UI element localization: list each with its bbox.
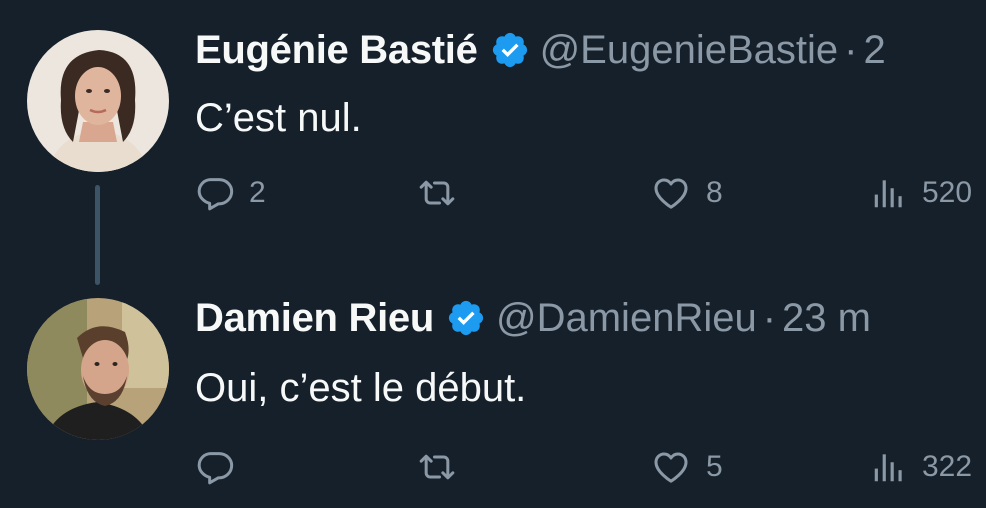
- like-count: 5: [706, 450, 723, 483]
- reply-button[interactable]: [195, 442, 249, 492]
- views-button[interactable]: 520: [870, 168, 972, 218]
- views-button[interactable]: 322: [870, 442, 972, 492]
- tweet-actions: 2 8 520: [195, 168, 986, 218]
- like-button[interactable]: 5: [650, 442, 723, 492]
- like-icon: [650, 173, 692, 213]
- timestamp[interactable]: 2: [863, 26, 885, 74]
- tweet-actions: 5 322: [195, 442, 986, 492]
- views-icon: [870, 447, 908, 487]
- verified-badge-icon: [446, 298, 486, 338]
- view-count: 322: [922, 450, 973, 483]
- tweet-text: C’est nul.: [195, 96, 362, 140]
- avatar[interactable]: [27, 30, 169, 172]
- tweet[interactable]: Damien Rieu @DamienRieu · 23 m Oui, c’es…: [0, 270, 986, 508]
- tweet-text: Oui, c’est le début.: [195, 366, 527, 410]
- like-button[interactable]: 8: [650, 168, 723, 218]
- timestamp[interactable]: 23 m: [782, 294, 871, 342]
- avatar[interactable]: [27, 298, 169, 440]
- reply-icon: [195, 447, 235, 487]
- separator-dot: ·: [762, 296, 777, 340]
- author-handle[interactable]: @EugenieBastie: [540, 26, 839, 74]
- tweet-header: Eugénie Bastié @EugenieBastie · 2: [195, 26, 886, 74]
- like-icon: [650, 447, 692, 487]
- like-count: 8: [706, 176, 723, 209]
- reply-icon: [195, 173, 235, 213]
- views-icon: [870, 173, 908, 213]
- retweet-button[interactable]: [415, 442, 473, 492]
- tweet[interactable]: Eugénie Bastié @EugenieBastie · 2 C’est …: [0, 0, 986, 285]
- separator-dot: ·: [844, 28, 858, 72]
- verified-badge-icon: [490, 30, 530, 70]
- reply-count: 2: [249, 176, 266, 209]
- retweet-button[interactable]: [415, 168, 473, 218]
- tweet-header: Damien Rieu @DamienRieu · 23 m: [195, 294, 871, 342]
- author-name[interactable]: Eugénie Bastié: [195, 26, 478, 74]
- retweet-icon: [415, 447, 459, 487]
- reply-button[interactable]: 2: [195, 168, 266, 218]
- author-handle[interactable]: @DamienRieu: [496, 294, 757, 342]
- view-count: 520: [922, 176, 973, 209]
- retweet-icon: [415, 173, 459, 213]
- author-name[interactable]: Damien Rieu: [195, 294, 434, 342]
